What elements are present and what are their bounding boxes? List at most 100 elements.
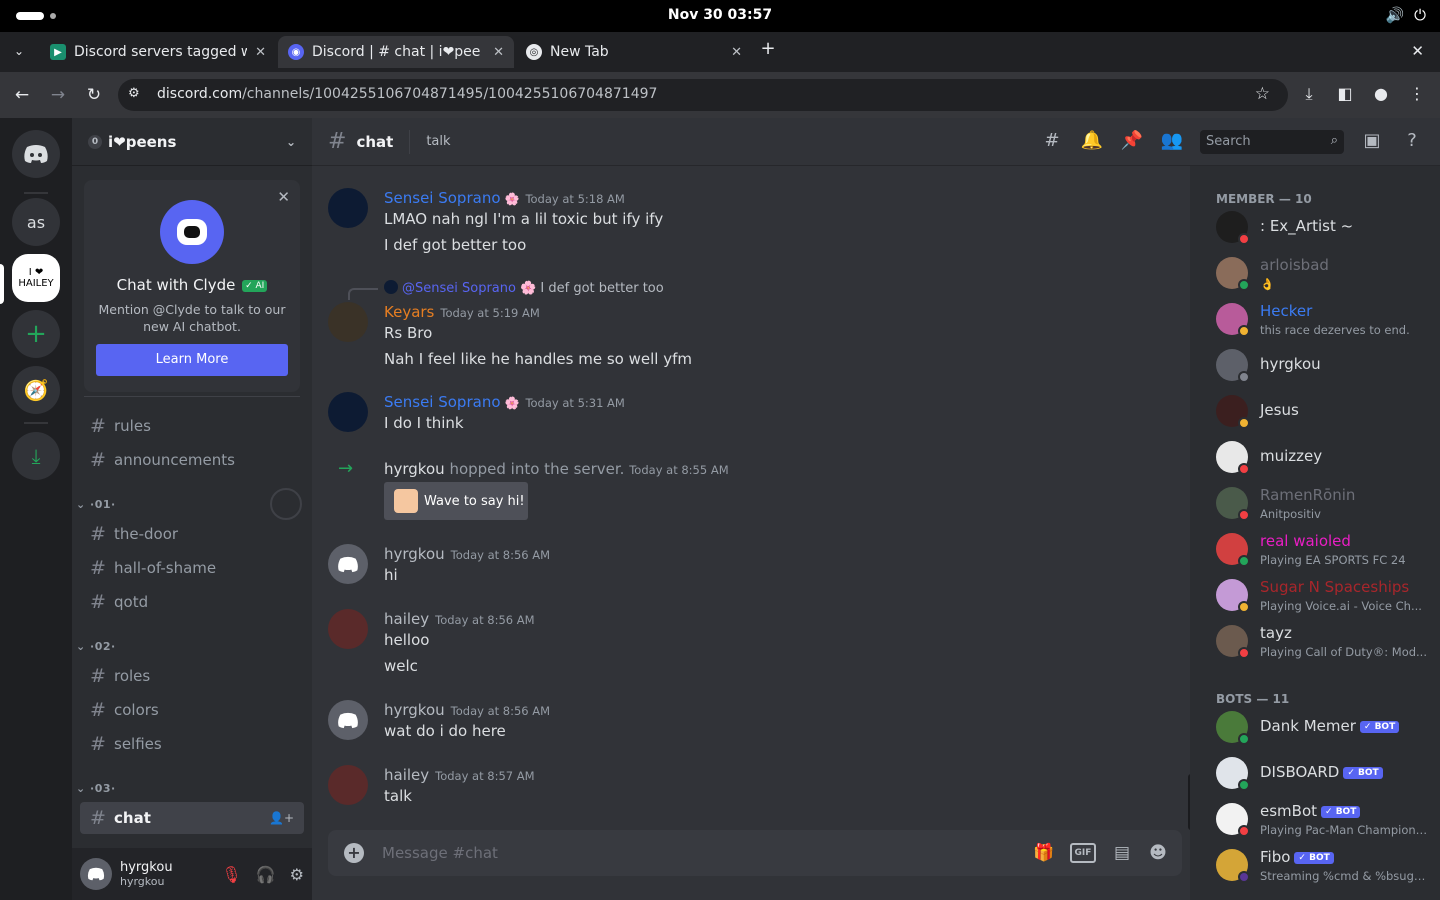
bot-member-item[interactable]: Dank Memer ✓ BOT [1216, 706, 1432, 748]
wave-button[interactable]: Wave to say hi! [384, 482, 528, 520]
tab-close-icon[interactable]: ✕ [255, 45, 266, 60]
tab-close-icon[interactable]: ✕ [731, 45, 742, 60]
help-icon[interactable]: ? [1400, 130, 1424, 151]
settings-gear-icon[interactable]: ⚙ [290, 865, 304, 884]
message-input[interactable] [382, 840, 1022, 866]
member-item[interactable]: arloisbad 👌 [1216, 252, 1432, 294]
avatar[interactable] [328, 765, 368, 805]
server-as[interactable]: as [12, 198, 60, 246]
profile-icon[interactable]: ● [1370, 84, 1392, 103]
server-hailey[interactable]: I ❤ HAILEY [12, 254, 60, 302]
tab-new-tab[interactable]: ◎ New Tab ✕ [516, 36, 752, 68]
side-panel-icon[interactable]: ◧ [1334, 84, 1356, 103]
member-name: Sugar N Spaceships [1260, 578, 1410, 596]
channel-selfies[interactable]: # selfies [80, 728, 304, 760]
channel-colors[interactable]: # colors [80, 694, 304, 726]
channel-title: chat [356, 132, 394, 151]
member-list-icon[interactable]: 👥 [1160, 130, 1184, 151]
message-author[interactable]: hailey [384, 766, 429, 784]
kebab-menu-icon[interactable]: ⋮ [1406, 84, 1428, 103]
system-clock[interactable]: Nov 30 03:57 [0, 7, 1440, 23]
message-text: I do I think [384, 414, 464, 432]
bot-member-item[interactable]: DISBOARD ✓ BOT [1216, 752, 1432, 794]
message-author[interactable]: hyrgkou [384, 545, 445, 563]
reload-icon[interactable]: ↻ [82, 83, 106, 107]
member-item[interactable]: : Ex_Artist ~ [1216, 206, 1432, 248]
member-item[interactable]: real waioled Playing EA SPORTS FC 24 [1216, 528, 1432, 570]
server-header[interactable]: 0 i❤peens ⌄ [72, 118, 312, 166]
avatar[interactable] [328, 609, 368, 649]
channel-announcements[interactable]: # announcements [80, 444, 304, 476]
site-settings-icon[interactable]: ⚙ [128, 86, 140, 101]
category-01[interactable]: ⌄ ·01· [76, 498, 116, 511]
headphones-icon[interactable]: 🎧 [256, 865, 276, 884]
add-server-icon[interactable]: + [12, 310, 60, 358]
avatar[interactable] [328, 188, 368, 228]
message-author[interactable]: Sensei Soprano [384, 189, 501, 207]
bot-member-item[interactable]: Fibo ✓ BOT Streaming %cmd & %bsugges... [1216, 844, 1432, 886]
member-item[interactable]: hyrgkou [1216, 344, 1432, 386]
channel-label: the-door [114, 525, 179, 543]
new-tab-button[interactable]: + [756, 38, 780, 62]
tab-discord-servers[interactable]: ▶ Discord servers tagged w ✕ [40, 36, 276, 68]
discord-home-icon[interactable] [12, 130, 60, 178]
avatar[interactable] [328, 544, 368, 584]
member-item[interactable]: muizzey [1216, 436, 1432, 478]
tab-search-icon[interactable]: ⌄ [8, 40, 30, 62]
category-02[interactable]: ⌄ ·02· [76, 640, 116, 653]
avatar[interactable] [328, 700, 368, 740]
avatar[interactable] [80, 858, 112, 890]
mic-muted-icon[interactable]: 🎙 [221, 865, 241, 884]
address-bar[interactable]: ⚙ discord.com/channels/10042551067048714… [118, 79, 1288, 111]
category-03[interactable]: ⌄ ·03· [76, 782, 116, 795]
tab-discord-chat[interactable]: ◉ Discord | # chat | i❤pee ✕ [278, 36, 514, 68]
channel-hall-of-shame[interactable]: # hall-of-shame [80, 552, 304, 584]
emoji-icon[interactable]: ☻ [1146, 843, 1170, 863]
pinned-messages-icon[interactable]: 📌 [1120, 130, 1144, 151]
message-author[interactable]: Keyars [384, 303, 434, 321]
threads-icon[interactable]: # [1040, 130, 1064, 151]
power-icon[interactable]: ⏻ [1414, 6, 1426, 24]
bookmark-star-icon[interactable]: ☆ [1255, 84, 1270, 104]
tab-close-icon[interactable]: ✕ [493, 45, 504, 60]
upload-plus-icon[interactable]: + [344, 843, 364, 863]
bot-name-row: Dank Memer ✓ BOT [1260, 717, 1400, 735]
member-item[interactable]: tayz Playing Call of Duty®: Mod... [1216, 620, 1432, 662]
member-item[interactable]: RamenRōnin Anitpositiv [1216, 482, 1432, 524]
gift-icon[interactable]: 🎁 [1032, 843, 1056, 863]
sticker-icon[interactable]: ▤ [1110, 843, 1134, 863]
window-close-icon[interactable]: ✕ [1411, 42, 1424, 60]
bot-name: esmBot [1260, 802, 1318, 820]
avatar[interactable] [328, 302, 368, 342]
channel-roles[interactable]: # roles [80, 660, 304, 692]
invite-user-icon[interactable]: 👤+ [269, 811, 294, 825]
member-item[interactable]: Hecker this race dezerves to end. [1216, 298, 1432, 340]
volume-icon[interactable]: 🔊 [1385, 6, 1404, 24]
search-input[interactable]: Search ⌕ [1200, 130, 1344, 154]
join-user[interactable]: hyrgkou [384, 460, 445, 478]
reply-reference[interactable]: @Sensei Soprano 🌸 I def got better too [384, 280, 664, 296]
status-indicator-icon [1238, 601, 1250, 613]
channel-rules[interactable]: # rules [80, 410, 304, 442]
channel-chat[interactable]: # chat 👤+ [80, 802, 304, 834]
avatar[interactable] [328, 392, 368, 432]
close-icon[interactable]: ✕ [277, 188, 290, 206]
channel-the-door[interactable]: # the-door [80, 518, 304, 550]
explore-compass-icon[interactable]: 🧭 [12, 366, 60, 414]
inbox-icon[interactable]: ▣ [1360, 130, 1384, 151]
member-item[interactable]: Jesus [1216, 390, 1432, 432]
download-icon[interactable]: ⤓ [1298, 84, 1320, 104]
message-author[interactable]: hailey [384, 610, 429, 628]
back-arrow-icon[interactable]: ← [10, 83, 34, 107]
member-item[interactable]: Sugar N Spaceships Playing Voice.ai - Voi… [1216, 574, 1432, 616]
channel-qotd[interactable]: # qotd [80, 586, 304, 618]
gif-icon[interactable]: GIF [1070, 843, 1096, 863]
message-author[interactable]: hyrgkou [384, 701, 445, 719]
notification-bell-icon[interactable]: 🔔 [1080, 130, 1104, 151]
message-author[interactable]: Sensei Soprano [384, 393, 501, 411]
learn-more-button[interactable]: Learn More [96, 344, 288, 376]
channel-topic[interactable]: talk [426, 134, 450, 149]
bot-member-item[interactable]: esmBot ✓ BOT Playing Pac-Man Champions... [1216, 798, 1432, 840]
forward-arrow-icon[interactable]: → [46, 83, 70, 107]
download-apps-icon[interactable]: ⤓ [12, 432, 60, 480]
